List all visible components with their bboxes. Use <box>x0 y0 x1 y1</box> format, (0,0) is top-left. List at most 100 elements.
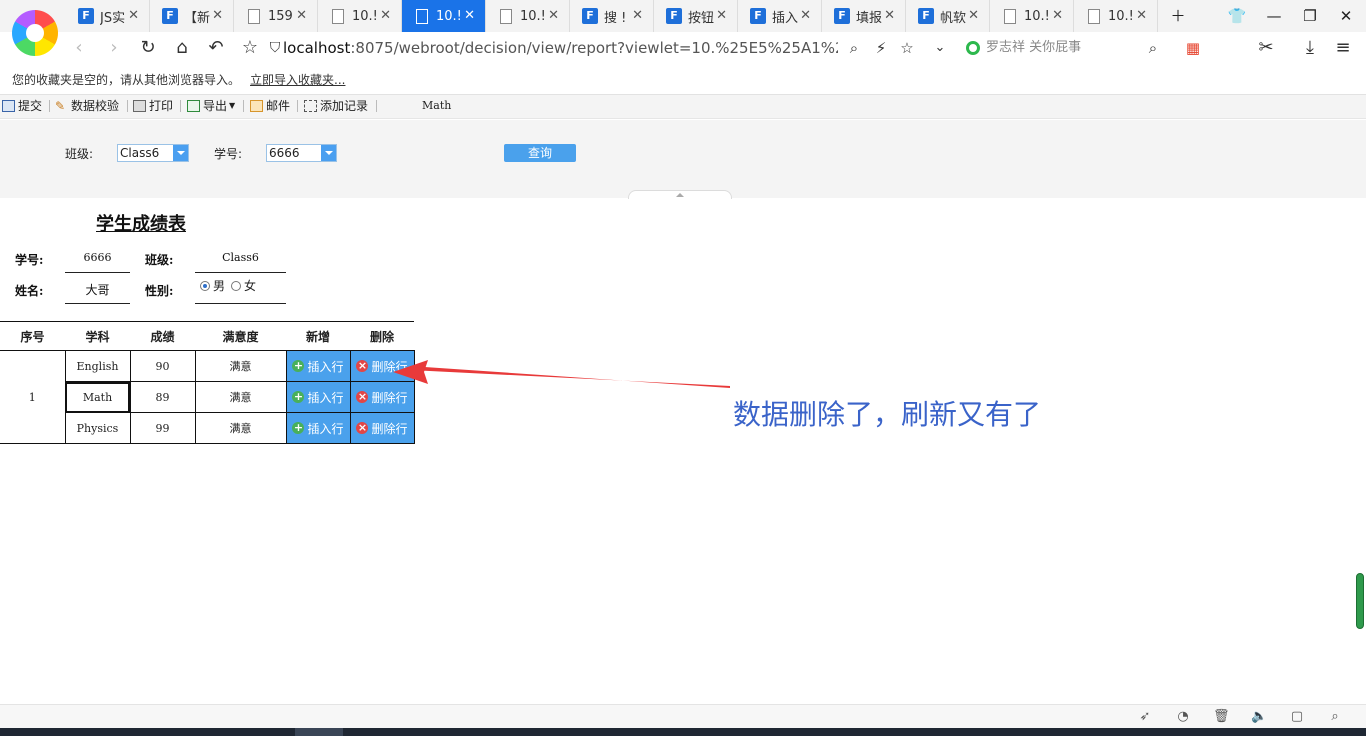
close-tab-icon[interactable]: ✕ <box>632 8 643 23</box>
apps-icon[interactable]: ▦ <box>1181 36 1205 60</box>
scissors-icon[interactable]: ✂ <box>1254 36 1278 60</box>
class-value[interactable]: Class6 <box>195 251 286 273</box>
subject-cell[interactable]: Math <box>64 381 131 413</box>
print-label: 打印 <box>149 99 174 113</box>
browser-tab[interactable]: 10.! ✕ <box>318 0 402 32</box>
insert-row-button[interactable]: + 插入行 <box>286 382 350 412</box>
submit-button[interactable]: 提交 <box>2 95 42 117</box>
close-tab-icon[interactable]: ✕ <box>968 8 979 23</box>
browser-tab[interactable]: 10.! ✕ <box>486 0 570 32</box>
home-icon[interactable]: ⌂ <box>170 36 194 60</box>
shirt-icon[interactable]: 👕 <box>1225 4 1249 28</box>
url-input[interactable]: localhost:8075/webroot/decision/view/rep… <box>283 36 838 60</box>
gender-male-radio[interactable]: 男 <box>200 277 225 294</box>
validate-button[interactable]: ✎ 数据校验 <box>55 95 119 117</box>
gender-female-radio[interactable]: 女 <box>231 277 256 294</box>
subject-cell[interactable]: English <box>64 350 131 382</box>
delete-row-button[interactable]: × 删除行 <box>350 382 414 412</box>
favorite-icon[interactable]: ☆ <box>895 36 919 60</box>
volume-icon[interactable]: 🔈 <box>1251 709 1267 725</box>
window-icon[interactable]: ▢ <box>1289 709 1305 725</box>
menu-icon[interactable]: ≡ <box>1331 36 1355 60</box>
scrollbar-thumb[interactable] <box>1356 573 1364 629</box>
document-icon <box>1004 8 1016 24</box>
collapse-panel-handle[interactable] <box>628 190 732 199</box>
browser-tab[interactable]: 10.! ✕ <box>990 0 1074 32</box>
browser-tab[interactable]: 10.! ✕ <box>402 0 486 32</box>
reload-icon[interactable]: ↻ <box>136 36 160 60</box>
browser-tab[interactable]: 10.! ✕ <box>1074 0 1158 32</box>
student-id-value[interactable]: 6666 <box>65 251 130 273</box>
import-bookmarks-link[interactable]: 立即导入收藏夹... <box>250 73 345 87</box>
finereport-icon: F <box>78 8 94 24</box>
browser-tab[interactable]: F 插入 ✕ <box>738 0 822 32</box>
finereport-icon: F <box>834 8 850 24</box>
close-tab-icon[interactable]: ✕ <box>884 8 895 23</box>
browser-tab[interactable]: F 填报 ✕ <box>822 0 906 32</box>
lightning-icon[interactable]: ⚡ <box>869 36 893 60</box>
add-record-label: 添加记录 <box>320 99 369 113</box>
rocket-icon[interactable]: ➶ <box>1137 709 1153 725</box>
undo-icon[interactable]: ↶ <box>204 36 228 60</box>
speed-icon[interactable]: ◔ <box>1175 709 1191 725</box>
browser-tab[interactable]: F 【新 ✕ <box>150 0 234 32</box>
close-tab-icon[interactable]: ✕ <box>296 8 307 23</box>
close-tab-icon[interactable]: ✕ <box>1136 8 1147 23</box>
seq-cell: 1 <box>0 350 66 444</box>
trash-icon[interactable]: 🗑 <box>1213 709 1230 725</box>
insert-row-button[interactable]: + 插入行 <box>286 413 350 443</box>
close-tab-icon[interactable]: ✕ <box>464 8 475 23</box>
mail-button[interactable]: 邮件 <box>250 95 290 117</box>
chevron-down-icon[interactable] <box>321 145 336 161</box>
delete-row-button[interactable]: × 删除行 <box>350 413 414 443</box>
close-tab-icon[interactable]: ✕ <box>212 8 223 23</box>
subject-cell[interactable]: Physics <box>64 412 131 444</box>
insert-row-button[interactable]: + 插入行 <box>286 351 350 381</box>
close-icon: × <box>356 421 369 434</box>
score-cell[interactable]: 99 <box>129 412 196 444</box>
browser-tab[interactable]: F JS实 ✕ <box>66 0 150 32</box>
chevron-down-icon[interactable]: ⌄ <box>928 36 952 60</box>
close-tab-icon[interactable]: ✕ <box>548 8 559 23</box>
restore-icon[interactable]: ❐ <box>1298 4 1322 28</box>
close-tab-icon[interactable]: ✕ <box>380 8 391 23</box>
id-select[interactable]: 6666 <box>266 144 337 162</box>
score-cell[interactable]: 89 <box>129 381 196 413</box>
zoom-icon[interactable]: ⌕ <box>842 36 866 60</box>
browser-tab[interactable]: F 帆软 ✕ <box>906 0 990 32</box>
pencil-icon: ✎ <box>55 99 66 113</box>
satisfaction-cell[interactable]: 满意 <box>194 381 287 413</box>
new-tab-icon[interactable]: ＋ <box>1166 4 1190 28</box>
download-icon[interactable]: ⤓ <box>1298 36 1322 60</box>
delete-row-cell: × 删除行 <box>349 381 415 413</box>
close-tab-icon[interactable]: ✕ <box>800 8 811 23</box>
browser-tab[interactable]: F 按钮 ✕ <box>654 0 738 32</box>
browser-tab[interactable]: 159 ✕ <box>234 0 318 32</box>
document-icon <box>416 8 428 24</box>
back-icon[interactable]: ‹ <box>67 36 91 60</box>
minimize-icon[interactable]: — <box>1262 4 1286 28</box>
score-cell[interactable]: 90 <box>129 350 196 382</box>
close-tab-icon[interactable]: ✕ <box>1052 8 1063 23</box>
print-button[interactable]: 打印 <box>133 95 173 117</box>
forward-icon[interactable]: › <box>102 36 126 60</box>
browser-tab[interactable]: F 搜 ! ✕ <box>570 0 654 32</box>
taskbar-active-item[interactable] <box>295 728 343 736</box>
class-select[interactable]: Class6 <box>117 144 189 162</box>
satisfaction-cell[interactable]: 满意 <box>194 350 287 382</box>
search-icon[interactable]: ⌕ <box>1141 36 1165 60</box>
close-tab-icon[interactable]: ✕ <box>716 8 727 23</box>
search-icon[interactable]: ⌕ <box>1327 709 1343 725</box>
query-button[interactable]: 查询 <box>504 144 576 162</box>
add-record-button[interactable]: 添加记录 <box>304 95 368 117</box>
bookmark-star-icon[interactable]: ☆ <box>238 36 262 60</box>
name-value[interactable]: 大哥 <box>65 281 130 304</box>
close-tab-icon[interactable]: ✕ <box>128 8 139 23</box>
insert-row-cell: + 插入行 <box>285 381 351 413</box>
close-window-icon[interactable]: ✕ <box>1334 4 1358 28</box>
finereport-icon: F <box>162 8 178 24</box>
satisfaction-cell[interactable]: 满意 <box>194 412 287 444</box>
export-button[interactable]: 导出 ▼ <box>187 95 235 117</box>
chevron-down-icon[interactable] <box>173 145 188 161</box>
delete-row-button[interactable]: × 删除行 <box>350 351 414 381</box>
